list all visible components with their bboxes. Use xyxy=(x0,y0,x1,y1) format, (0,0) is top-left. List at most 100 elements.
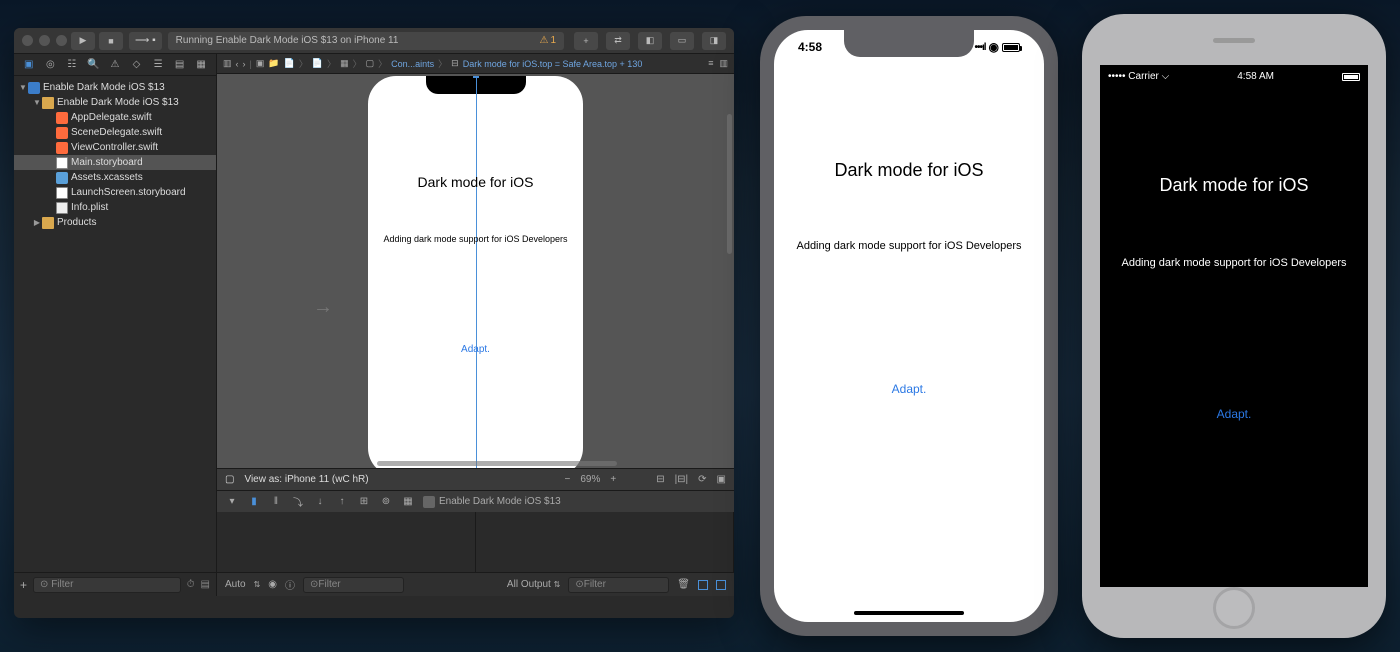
close-dot[interactable] xyxy=(22,35,33,46)
editor-area: ▥ ‹ › | ▣ 📁 📄 〉 📄 〉 ▦ 〉 ▢ 〉 Con...aints … xyxy=(217,54,734,596)
crumb-icon: ▣ xyxy=(256,58,265,69)
minimize-dot[interactable] xyxy=(39,35,50,46)
jump-bar[interactable]: ▥ ‹ › | ▣ 📁 📄 〉 📄 〉 ▦ 〉 ▢ 〉 Con...aints … xyxy=(217,54,734,74)
forward-button[interactable]: › xyxy=(243,59,246,69)
tree-item[interactable]: LaunchScreen.storyboard xyxy=(14,185,216,200)
add-button[interactable]: + xyxy=(574,32,598,50)
title-label[interactable]: Dark mode for iOS xyxy=(368,174,583,190)
home-indicator[interactable] xyxy=(854,611,964,615)
jump-crumb[interactable]: Con...aints xyxy=(391,59,434,69)
all-output-selector[interactable]: All Output ⇅ xyxy=(507,579,560,590)
view-as-label[interactable]: View as: iPhone 11 (wC hR) xyxy=(244,474,368,485)
trash-icon[interactable]: 🗑 xyxy=(677,579,690,590)
adapt-button[interactable]: Adapt. xyxy=(1100,407,1368,421)
tree-item[interactable]: SceneDelegate.swift xyxy=(14,125,216,140)
left-pane-toggle[interactable] xyxy=(698,580,708,590)
console-filter[interactable]: ⊙ Filter xyxy=(568,577,669,593)
variables-view[interactable] xyxy=(217,512,476,572)
hide-debug-icon[interactable]: ▾ xyxy=(225,495,239,509)
step-over-icon[interactable]: ⤵ xyxy=(291,495,305,509)
ib-canvas[interactable]: → Dark mode for iOS Adding dark mode sup… xyxy=(217,74,734,468)
sim-screen[interactable]: 4:58 •••ıl ◉ Dark mode for iOS Adding da… xyxy=(774,30,1044,622)
pin-icon[interactable]: |⊟| xyxy=(675,474,689,485)
frame-handle[interactable] xyxy=(473,76,479,78)
subtitle-label[interactable]: Adding dark mode support for iOS Develop… xyxy=(368,234,583,244)
tree-item[interactable]: ▶Products xyxy=(14,215,216,230)
quicklook-icon[interactable]: ◉ xyxy=(268,579,277,590)
resolve-icon[interactable]: ⟳ xyxy=(698,474,706,485)
navigator-tabs: ▣ ◎ ☷ 🔍 ⚠ ◇ ☰ ▤ ▦ xyxy=(14,54,216,76)
add-file-button[interactable]: + xyxy=(20,578,27,592)
library-button[interactable]: ⇄ xyxy=(606,32,630,50)
wifi-icon: ◉ xyxy=(989,40,999,54)
tree-item[interactable]: ViewController.swift xyxy=(14,140,216,155)
issue-nav-icon[interactable]: ⚠ xyxy=(108,58,122,72)
adjust-editor-icon[interactable]: ▥ xyxy=(719,58,728,69)
jump-crumb[interactable]: Dark mode for iOS.top = Safe Area.top + … xyxy=(463,59,643,69)
storyboard-scene[interactable]: Dark mode for iOS Adding dark mode suppo… xyxy=(368,76,583,468)
adapt-button[interactable]: Adapt. xyxy=(368,344,583,355)
filter-placeholder: Filter xyxy=(51,579,73,590)
xcode-body: ▣ ◎ ☷ 🔍 ⚠ ◇ ☰ ▤ ▦ ▼Enable Dark Mode iOS … xyxy=(14,54,734,596)
project-nav-icon[interactable]: ▣ xyxy=(22,58,36,72)
back-button[interactable]: ‹ xyxy=(236,59,239,69)
embed-icon[interactable]: ▣ xyxy=(717,474,726,485)
tree-label: Enable Dark Mode iOS $13 xyxy=(43,82,165,93)
tree-item[interactable]: ▼Enable Dark Mode iOS $13 xyxy=(14,80,216,95)
test-nav-icon[interactable]: ◇ xyxy=(130,58,144,72)
right-pane-toggle[interactable] xyxy=(716,580,726,590)
breakpoints-toggle-icon[interactable]: ▮ xyxy=(247,495,261,509)
scrollbar-horizontal[interactable] xyxy=(377,461,617,466)
report-nav-icon[interactable]: ▦ xyxy=(194,58,208,72)
tree-item[interactable]: Info.plist xyxy=(14,200,216,215)
find-nav-icon[interactable]: 🔍 xyxy=(86,58,100,72)
tree-item[interactable]: ▼Enable Dark Mode iOS $13 xyxy=(14,95,216,110)
info-icon[interactable]: ⓘ xyxy=(285,577,295,592)
zoom-out-button[interactable]: − xyxy=(564,474,570,485)
swift-icon xyxy=(56,142,68,154)
navigator-filter[interactable]: ⊙ Filter xyxy=(33,577,181,593)
file-tree[interactable]: ▼Enable Dark Mode iOS $13▼Enable Dark Mo… xyxy=(14,76,216,572)
breakpoint-nav-icon[interactable]: ▤ xyxy=(173,58,187,72)
zoom-in-button[interactable]: + xyxy=(610,474,616,485)
time-label: 4:58 AM xyxy=(1237,71,1274,82)
scrollbar-vertical[interactable] xyxy=(727,114,732,254)
view-debug-icon[interactable]: ⊞ xyxy=(357,495,371,509)
home-button[interactable] xyxy=(1213,587,1255,629)
pause-icon[interactable]: ‖ xyxy=(269,495,283,509)
title-label: Dark mode for iOS xyxy=(1100,175,1368,196)
env-override-icon[interactable]: ▦ xyxy=(401,495,415,509)
align-icon[interactable]: ⊟ xyxy=(656,474,664,485)
source-control-icon[interactable]: ◎ xyxy=(43,58,57,72)
clock-icon[interactable]: ⏱ xyxy=(187,579,195,590)
tree-item[interactable]: AppDelegate.swift xyxy=(14,110,216,125)
zoom-dot[interactable] xyxy=(56,35,67,46)
scm-icon[interactable]: ▤ xyxy=(201,579,210,590)
panel-bottom-button[interactable]: ▭ xyxy=(670,32,694,50)
adapt-button[interactable]: Adapt. xyxy=(774,382,1044,396)
run-button[interactable]: ▶ xyxy=(71,32,95,50)
sb-icon xyxy=(56,187,68,199)
related-items-icon[interactable]: ▥ xyxy=(223,58,232,69)
console-output[interactable] xyxy=(476,512,735,572)
simulator-iphone11-light: 4:58 •••ıl ◉ Dark mode for iOS Adding da… xyxy=(760,16,1058,636)
symbol-nav-icon[interactable]: ☷ xyxy=(65,58,79,72)
vars-filter[interactable]: ⊙ Filter xyxy=(303,577,404,593)
panel-left-button[interactable]: ◧ xyxy=(638,32,662,50)
stop-button[interactable]: ■ xyxy=(99,32,123,50)
step-in-icon[interactable]: ↓ xyxy=(313,495,327,509)
debug-target[interactable]: Enable Dark Mode iOS $13 xyxy=(423,496,561,508)
warnings-badge[interactable]: ⚠ 1 xyxy=(539,35,556,46)
plist-icon xyxy=(56,202,68,214)
memory-graph-icon[interactable]: ⊚ xyxy=(379,495,393,509)
editor-options-icon[interactable]: ≡ xyxy=(708,58,713,69)
debug-nav-icon[interactable]: ☰ xyxy=(151,58,165,72)
panel-right-button[interactable]: ◨ xyxy=(702,32,726,50)
sim-screen[interactable]: ••••• Carrier ⌵ 4:58 AM Dark mode for iO… xyxy=(1100,65,1368,587)
auto-scope[interactable]: Auto xyxy=(225,579,246,590)
outline-toggle-icon[interactable]: ▢ xyxy=(225,474,234,485)
scheme-selector[interactable]: ⟶ ▪ xyxy=(129,32,162,50)
tree-item[interactable]: Assets.xcassets xyxy=(14,170,216,185)
step-out-icon[interactable]: ↑ xyxy=(335,495,349,509)
tree-item[interactable]: Main.storyboard xyxy=(14,155,216,170)
